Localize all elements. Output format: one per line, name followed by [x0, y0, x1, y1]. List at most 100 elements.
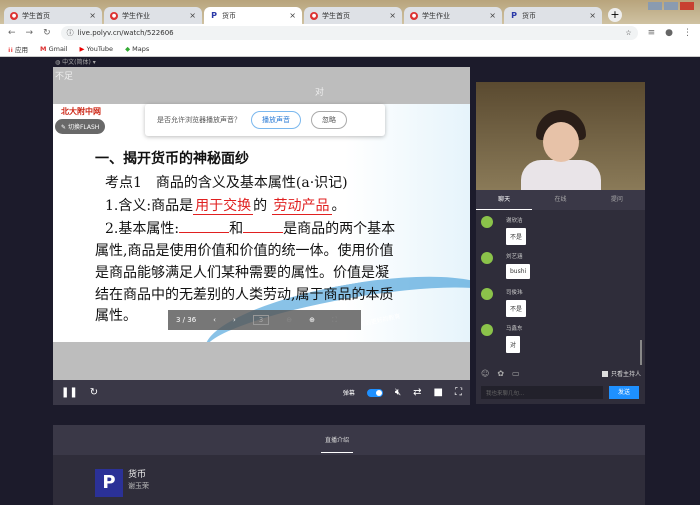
bookmark-maps[interactable]: ◆ Maps — [125, 45, 149, 53]
prompt-text: 是否允许浏览器播放声音？ — [157, 116, 241, 124]
minimize-button[interactable] — [648, 2, 662, 10]
bookmarks-bar: ⁞⁞ 应用 M Gmail ▶ YouTube ◆ Maps — [0, 42, 700, 57]
slide-line: 2.基本属性: 和是商品的两个基本 — [105, 221, 396, 237]
back-icon[interactable]: ← — [8, 28, 16, 38]
page-input[interactable]: 3 — [252, 315, 270, 325]
close-icon[interactable]: × — [89, 11, 96, 20]
star-icon[interactable]: ☆ — [625, 29, 631, 37]
zoom-out-icon[interactable]: ⊖ — [286, 316, 292, 324]
switch-flash-button[interactable]: ✎ 切换FLASH — [55, 119, 106, 134]
school-icon: ● — [410, 11, 418, 20]
fullscreen-icon[interactable]: ⛶ — [455, 387, 462, 398]
tab-homework[interactable]: ● 学生作业 × — [104, 7, 202, 24]
avatar — [481, 288, 493, 300]
danmaku-label: 弹幕 — [342, 390, 355, 397]
tab-questions[interactable]: 提问 — [589, 190, 645, 210]
school-icon: ● — [310, 11, 318, 20]
close-icon[interactable]: × — [489, 11, 496, 20]
pause-icon[interactable]: ❚❚ — [61, 387, 78, 398]
new-tab-button[interactable]: + — [608, 8, 622, 22]
profile-icon[interactable]: ● — [665, 28, 673, 38]
chat-username: 谢欣洁 — [506, 218, 523, 224]
play-sound-button[interactable]: 播放声音 — [251, 111, 301, 129]
youtube-icon: ▶ — [79, 45, 85, 53]
maximize-button[interactable] — [664, 2, 678, 10]
apps-icon: ⁞⁞ — [8, 46, 13, 54]
bookmark-gmail[interactable]: M Gmail — [40, 45, 68, 53]
chat-text: bushi — [506, 264, 531, 279]
mute-icon[interactable]: 🔇︎ — [395, 387, 401, 398]
forward-icon[interactable]: → — [26, 28, 34, 38]
tab-chat[interactable]: 聊天 — [476, 190, 533, 210]
chat-text: 对 — [506, 336, 521, 353]
switch-icon[interactable]: ⇄ — [413, 387, 421, 398]
sound-permission-dialog: 是否允许浏览器播放声音？ 播放声音 忽略 — [145, 104, 385, 136]
slide-pager: 3 / 36 ‹ › 3 ⊖ ⊕ ⛶ — [168, 310, 361, 330]
slide-point: 考点1 商品的含义及基本属性(a·识记) — [105, 175, 348, 191]
intro-tabs: 直播介绍 — [53, 425, 645, 455]
bookmark-youtube[interactable]: ▶ YouTube — [80, 45, 114, 53]
avatar — [481, 216, 493, 228]
close-window-button[interactable] — [680, 2, 694, 10]
live-title: 货币 — [128, 470, 147, 480]
tab-currency[interactable]: P 货币 × — [204, 7, 302, 24]
chat-username: 马鑫东 — [506, 326, 523, 332]
slide-line: 结在商品中的无差别的人类劳动,属于商品的本质 — [95, 287, 394, 303]
maps-icon: ◆ — [125, 45, 131, 53]
tab-live-intro[interactable]: 直播介绍 — [321, 435, 354, 453]
fit-icon[interactable]: ⛶ — [332, 316, 337, 325]
chat-input[interactable]: 我也来聊几句... — [481, 386, 603, 399]
chat-text: 不是 — [506, 228, 527, 245]
media-icon[interactable]: ≡ — [648, 28, 656, 38]
slide-heading: 一、揭开货币的神秘面纱 — [95, 151, 249, 167]
flower-icon[interactable]: ✿ — [497, 369, 504, 378]
close-icon[interactable]: × — [289, 11, 296, 20]
live-author: 谢玉荣 — [128, 482, 149, 490]
camera-icon[interactable]: ■ — [434, 387, 443, 398]
avatar — [481, 324, 493, 336]
school-icon: ● — [10, 11, 18, 20]
tab-homework[interactable]: ● 学生作业 × — [404, 7, 502, 24]
slide-line: 1.含义:商品是 用于交换的 劳动产品。 — [105, 198, 346, 215]
danmaku-message: 对 — [315, 88, 325, 98]
menu-icon[interactable]: ⋮ — [683, 28, 692, 38]
ignore-button[interactable]: 忽略 — [311, 111, 347, 129]
next-page-button[interactable]: › — [233, 316, 236, 324]
webcam-video — [476, 82, 645, 190]
close-icon[interactable]: × — [589, 11, 596, 20]
prev-page-button[interactable]: ‹ — [213, 316, 216, 324]
page-indicator: 3 / 36 — [176, 316, 197, 324]
close-icon[interactable]: × — [389, 11, 396, 20]
url-input[interactable]: ⓘ live.polyv.cn/watch/522606 ☆ — [60, 26, 638, 40]
image-icon[interactable]: ▭ — [512, 369, 520, 378]
slide-line: 是商品能够满足人们某种需要的属性。价值是凝 — [95, 265, 389, 281]
send-button[interactable]: 发送 — [609, 386, 639, 399]
chat-toolbar: ☺ ✿ ▭ 只看主持人 — [481, 369, 641, 378]
language-select[interactable]: ◍ 中文(简体) ▾ — [55, 57, 96, 66]
info-icon: ⓘ — [66, 29, 74, 37]
zoom-in-icon[interactable]: ⊕ — [309, 316, 315, 324]
tab-online[interactable]: 在线 — [532, 190, 588, 210]
intro-section: 直播介绍 P 货币 谢玉荣 — [53, 425, 645, 505]
danmaku-toggle[interactable] — [366, 388, 383, 397]
teacher-face — [543, 122, 579, 162]
slide-logo: 北大附中网 — [61, 107, 101, 116]
bookmark-apps[interactable]: ⁞⁞ 应用 — [8, 44, 28, 54]
emoji-icon[interactable]: ☺ — [481, 369, 489, 378]
tab-currency[interactable]: P 货币 × — [504, 7, 602, 24]
danmaku-message: 不足 — [55, 72, 74, 82]
slide-line: 属性,商品是使用价值和价值的统一体。使用价值 — [95, 243, 394, 259]
chat-scrollbar[interactable] — [640, 340, 642, 365]
window-controls — [648, 2, 694, 10]
refresh-icon[interactable]: ↻ — [90, 387, 98, 398]
ppt-slide: 让更多的孩子得到更好的教育 北大附中网 ✎ 切换FLASH 一、揭开货币的神秘面… — [53, 104, 470, 342]
avatar — [481, 252, 493, 264]
school-icon: ● — [110, 11, 118, 20]
tab-student-home[interactable]: ● 学生首页 × — [304, 7, 402, 24]
tab-student-home[interactable]: ● 学生首页 × — [4, 7, 102, 24]
reload-icon[interactable]: ↻ — [43, 28, 51, 38]
flash-icon: ✎ — [61, 124, 68, 131]
chat-panel: 聊天 在线 提问 谢欣洁 不是 刘艺涵 bushi 司俊玮 不是 马鑫东对 ☺ ✿ ▭ 只… — [476, 190, 645, 404]
host-only-checkbox[interactable]: 只看主持人 — [601, 369, 641, 378]
close-icon[interactable]: × — [189, 11, 196, 20]
